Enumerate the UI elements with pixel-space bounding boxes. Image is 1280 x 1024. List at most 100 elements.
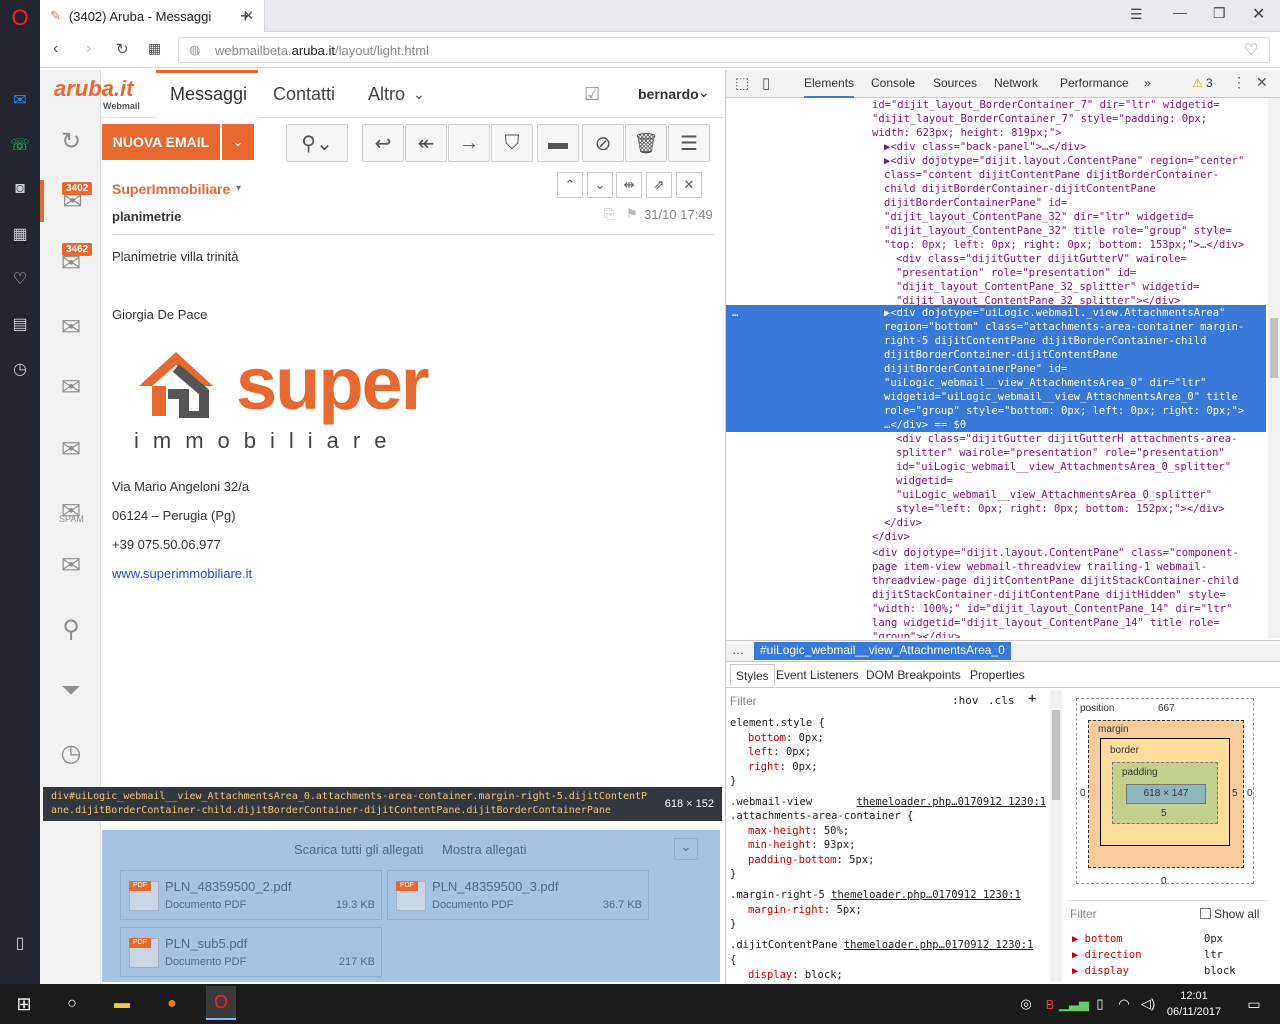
dom-line[interactable]: "dijit_layout_ContentPane_32_splitter" w… bbox=[896, 280, 1199, 294]
next-message-icon[interactable]: ⌄ bbox=[587, 172, 613, 198]
inspect-element-icon[interactable]: ⬚ bbox=[735, 74, 749, 92]
css-line[interactable]: display: block; bbox=[748, 968, 843, 983]
attachments-collapse-icon[interactable]: ⌄ bbox=[674, 838, 698, 860]
breadcrumb-current[interactable]: #uiLogic_webmail__view_AttachmentsArea_0 bbox=[754, 642, 1011, 660]
url-input[interactable]: ◍ webmailbeta. aruba.it/layout/light.html bbox=[178, 37, 1270, 63]
css-line[interactable]: right: 0px; bbox=[748, 760, 818, 775]
dom-line[interactable]: </div> bbox=[884, 516, 922, 530]
attachment-item[interactable]: PDF PLN_48359500_3.pdf Documento PDF 36.… bbox=[387, 870, 649, 920]
css-line[interactable]: .webmail-view themeloader.php…0170912 12… bbox=[730, 795, 1046, 810]
event-listeners-tab[interactable]: Event Listeners bbox=[776, 668, 859, 682]
forward-mail-icon[interactable]: → bbox=[448, 124, 490, 162]
download-all-link[interactable]: Scarica tutti gli allegati bbox=[294, 842, 423, 857]
devtools-menu-icon[interactable]: ⋮ bbox=[1232, 74, 1246, 91]
styles-filter-input[interactable]: Filter bbox=[730, 694, 757, 709]
dom-line-selected[interactable]: region="bottom" class="attachments-area-… bbox=[884, 320, 1244, 334]
bookmarks-icon[interactable]: ♡ bbox=[8, 267, 32, 291]
move-folder-icon[interactable]: ▬ bbox=[537, 124, 579, 162]
delete-icon[interactable]: 🗑 bbox=[625, 124, 667, 162]
box-content[interactable]: 618 × 147 bbox=[1126, 784, 1206, 804]
warning-icon[interactable]: ⚠ bbox=[1192, 76, 1203, 90]
css-line[interactable]: margin-right: 5px; bbox=[748, 903, 862, 918]
compose-button[interactable]: NUOVA EMAIL bbox=[102, 124, 220, 160]
messenger-icon[interactable]: ✉ bbox=[8, 88, 32, 112]
devtools-tab-sources[interactable]: Sources bbox=[933, 76, 977, 90]
dom-line[interactable]: "dijit_layout_ContentPane_32" title role… bbox=[884, 224, 1232, 238]
css-line[interactable]: padding-bottom: 5px; bbox=[748, 853, 874, 868]
flag-icon[interactable]: ⚑ bbox=[626, 206, 638, 222]
close-message-icon[interactable]: ✕ bbox=[676, 172, 702, 198]
website-link[interactable]: www.superimmobiliare.it bbox=[112, 566, 252, 581]
tray-signal-icon[interactable]: ▁▃▅ bbox=[1059, 990, 1089, 1018]
windows-start-icon[interactable]: ⊞ bbox=[10, 990, 38, 1018]
dom-line-selected[interactable]: ▶<div dojotype="uiLogic.webmail._view.At… bbox=[884, 306, 1225, 320]
reply-all-icon[interactable]: ↞ bbox=[405, 124, 447, 162]
properties-tab[interactable]: Properties bbox=[970, 668, 1025, 682]
dom-line-selected[interactable]: dijitBorderContainerPane" id= bbox=[884, 362, 1067, 376]
dom-line[interactable]: id="uiLogic_webmail__view_AttachmentsAre… bbox=[896, 460, 1231, 474]
dom-line-selected[interactable]: …</div> == $0 bbox=[884, 418, 966, 432]
opera-logo-icon[interactable]: O bbox=[8, 5, 32, 30]
reply-icon[interactable]: ↩ bbox=[362, 124, 404, 162]
dom-line[interactable]: width: 623px; height: 819px;"> bbox=[872, 126, 1062, 140]
styles-scrollbar[interactable] bbox=[1050, 690, 1062, 982]
css-line[interactable]: element.style { bbox=[730, 716, 825, 731]
dom-breakpoints-tab[interactable]: DOM Breakpoints bbox=[866, 668, 961, 682]
css-line[interactable]: } bbox=[730, 774, 736, 789]
dom-line-selected[interactable]: right-5 dijitContentPane dijitBorderCont… bbox=[884, 334, 1206, 348]
sent-icon[interactable]: ✉ bbox=[50, 428, 92, 470]
spam-button-icon[interactable]: ⊘ bbox=[582, 124, 624, 162]
news-icon[interactable]: ▤ bbox=[8, 312, 32, 336]
attachment-item[interactable]: PDF PLN_sub5.pdf Documento PDF 217 KB bbox=[120, 927, 382, 977]
file-explorer-icon[interactable]: ▬ bbox=[108, 990, 136, 1018]
computed-prop[interactable]: ▶ bottom bbox=[1072, 931, 1142, 947]
dom-line[interactable]: threadview-page dijitContentPane dijitSt… bbox=[872, 574, 1239, 588]
elements-scrollbar[interactable] bbox=[1268, 98, 1280, 638]
whatsapp-icon[interactable]: ☏ bbox=[8, 133, 32, 157]
search-nav-icon[interactable]: ⚲ bbox=[50, 608, 92, 650]
dom-line[interactable]: </div> bbox=[872, 530, 910, 544]
history-icon[interactable]: ◷ bbox=[8, 357, 32, 381]
devtools-tab-more[interactable]: » bbox=[1144, 76, 1151, 90]
action-center-icon[interactable]: ▭ bbox=[1240, 990, 1268, 1018]
computed-prop[interactable]: ▶ direction bbox=[1072, 947, 1142, 963]
tab-altro[interactable]: Altro bbox=[368, 84, 405, 105]
back-icon[interactable]: ‹ bbox=[53, 40, 58, 58]
computed-prop[interactable]: ▶ display bbox=[1072, 963, 1142, 979]
tabs-grid-icon[interactable]: ▦ bbox=[148, 40, 161, 57]
cortana-icon[interactable]: ○ bbox=[58, 990, 86, 1018]
new-tab-icon[interactable]: + bbox=[240, 6, 251, 27]
dom-line[interactable]: child dijitBorderContainer-dijitContentP… bbox=[884, 182, 1156, 196]
trash-mail-icon[interactable]: ✉ bbox=[50, 544, 92, 586]
css-line[interactable]: { bbox=[730, 953, 736, 968]
css-line[interactable]: min-height: 93px; bbox=[748, 838, 855, 853]
cls-toggle[interactable]: .cls bbox=[988, 694, 1015, 709]
css-line[interactable]: .attachments-area-container { bbox=[730, 809, 913, 824]
bookmark-heart-icon[interactable]: ♡ bbox=[1244, 40, 1258, 60]
styles-tab[interactable]: Styles bbox=[730, 664, 775, 686]
dom-line[interactable]: class="content dijitContentPane dijitBor… bbox=[884, 168, 1219, 182]
filter-icon[interactable]: ⏷ bbox=[50, 670, 92, 712]
css-line[interactable]: bottom: 0px; bbox=[748, 731, 824, 746]
user-menu[interactable]: bernardo bbox=[638, 86, 699, 102]
css-line[interactable]: } bbox=[730, 867, 736, 882]
device-toolbar-icon[interactable]: ▯ bbox=[762, 74, 770, 92]
sidebar-toggle-icon[interactable]: ▯ bbox=[8, 931, 32, 955]
devtools-close-icon[interactable]: ✕ bbox=[1256, 74, 1268, 91]
tray-clock[interactable]: 12:01 06/11/2017 bbox=[1164, 988, 1224, 1020]
dom-line[interactable]: dijitBorderContainerPane" id= bbox=[884, 196, 1067, 210]
dom-line[interactable]: "group"></div> bbox=[872, 630, 961, 638]
dom-line[interactable]: "dijit_layout_BorderContainer_7" style="… bbox=[872, 112, 1207, 126]
prev-message-icon[interactable]: ⌃ bbox=[557, 172, 583, 198]
site-info-icon[interactable]: ◍ bbox=[189, 42, 200, 58]
show-attachments-link[interactable]: Mostra allegati bbox=[442, 842, 527, 857]
dom-line[interactable]: "top: 0px; left: 0px; right: 0px; bottom… bbox=[884, 238, 1244, 252]
devtools-tab-network[interactable]: Network bbox=[994, 76, 1038, 90]
node-actions-icon[interactable]: … bbox=[732, 306, 738, 320]
dom-line[interactable]: "uiLogic_webmail__view_AttachmentsArea_0… bbox=[896, 488, 1212, 502]
devtools-tab-console[interactable]: Console bbox=[871, 76, 915, 90]
css-line[interactable]: } bbox=[730, 917, 736, 932]
refresh-icon[interactable]: ↻ bbox=[50, 120, 92, 162]
collapse-icon[interactable]: ⇹ bbox=[616, 172, 642, 198]
volume-icon[interactable]: ◁) bbox=[1134, 990, 1162, 1018]
